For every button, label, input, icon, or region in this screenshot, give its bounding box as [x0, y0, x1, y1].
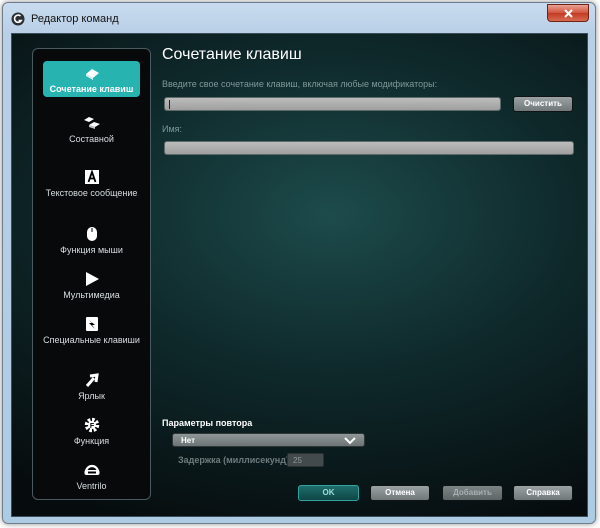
- sidebar-item-label: Ventrilo: [76, 481, 107, 491]
- clear-button[interactable]: Очистить: [513, 96, 573, 112]
- repeat-selected-value: Нет: [181, 436, 196, 445]
- keystroke-input[interactable]: [164, 97, 501, 111]
- sidebar-item-label: Функция мыши: [60, 245, 123, 255]
- text-a-icon: [84, 169, 99, 184]
- help-button-label: Справка: [526, 488, 560, 497]
- add-button[interactable]: Добавить: [442, 485, 503, 501]
- sidebar-item-text-message[interactable]: Текстовое сообщение: [43, 169, 140, 199]
- sidebar-item-label: Сочетание клавиш: [49, 84, 134, 94]
- sidebar-item-shortcut[interactable]: Ярлык: [43, 372, 140, 402]
- sidebar-item-label: Ярлык: [78, 391, 105, 401]
- sidebar-item-keystroke[interactable]: Сочетание клавиш: [43, 61, 140, 97]
- sidebar-item-label: Специальные клавиши: [43, 335, 140, 345]
- command-editor-window: Редактор команд Сочетание клавиш Составн…: [2, 2, 596, 524]
- add-button-label: Добавить: [453, 488, 492, 497]
- play-icon: [85, 272, 99, 286]
- cancel-button-label: Отмена: [385, 488, 415, 497]
- sidebar-item-special-keys[interactable]: Специальные клавиши: [43, 316, 140, 346]
- mouse-icon: [86, 227, 97, 241]
- cancel-button[interactable]: Отмена: [370, 485, 430, 501]
- special-key-icon: [85, 317, 98, 331]
- gear-icon: F: [84, 417, 99, 433]
- sidebar-item-ventrilo[interactable]: Ventrilo: [43, 462, 140, 492]
- close-button[interactable]: [547, 4, 589, 22]
- sidebar-item-multimedia[interactable]: Мультимедиа: [43, 271, 140, 301]
- key-icon: [85, 69, 99, 80]
- text-cursor: [169, 100, 170, 109]
- name-label: Имя:: [162, 124, 183, 134]
- ok-button[interactable]: OK: [298, 485, 359, 501]
- ok-button-label: OK: [322, 488, 335, 497]
- repeat-options-label: Параметры повтора: [162, 418, 253, 428]
- delay-label: Задержка (миллисекунд):: [178, 455, 292, 465]
- sidebar-item-label: Функция: [73, 436, 110, 446]
- chevron-down-icon: [344, 437, 356, 445]
- sidebar-item-label: Составной: [69, 134, 114, 144]
- name-input[interactable]: [164, 141, 574, 155]
- multi-key-icon: [83, 117, 100, 129]
- sidebar-item-label: Мультимедиа: [63, 290, 120, 300]
- page-title: Сочетание клавиш: [162, 46, 302, 63]
- sidebar-item-function[interactable]: F Функция: [43, 417, 140, 447]
- delay-input[interactable]: 25: [287, 453, 324, 467]
- clear-button-label: Очистить: [524, 99, 562, 108]
- shortcut-arrow-icon: [85, 373, 99, 387]
- sidebar-item-multikey[interactable]: Составной: [43, 115, 140, 145]
- editor-panel: Сочетание клавиш Составной Текстовое соо…: [11, 33, 588, 517]
- keystroke-prompt: Введите свое сочетание клавиш, включая л…: [162, 79, 438, 89]
- title-bar[interactable]: Редактор команд: [3, 3, 595, 33]
- close-icon: [564, 9, 573, 18]
- command-type-sidebar: Сочетание клавиш Составной Текстовое соо…: [32, 48, 151, 500]
- sidebar-item-label: Текстовое сообщение: [45, 188, 138, 198]
- headset-icon: [84, 464, 99, 475]
- window-title: Редактор команд: [31, 13, 119, 25]
- logitech-logo-icon: [11, 12, 25, 26]
- sidebar-item-mouse-function[interactable]: Функция мыши: [43, 226, 140, 256]
- svg-text:F: F: [89, 423, 94, 430]
- help-button[interactable]: Справка: [513, 485, 573, 501]
- repeat-options-select[interactable]: Нет: [172, 433, 365, 447]
